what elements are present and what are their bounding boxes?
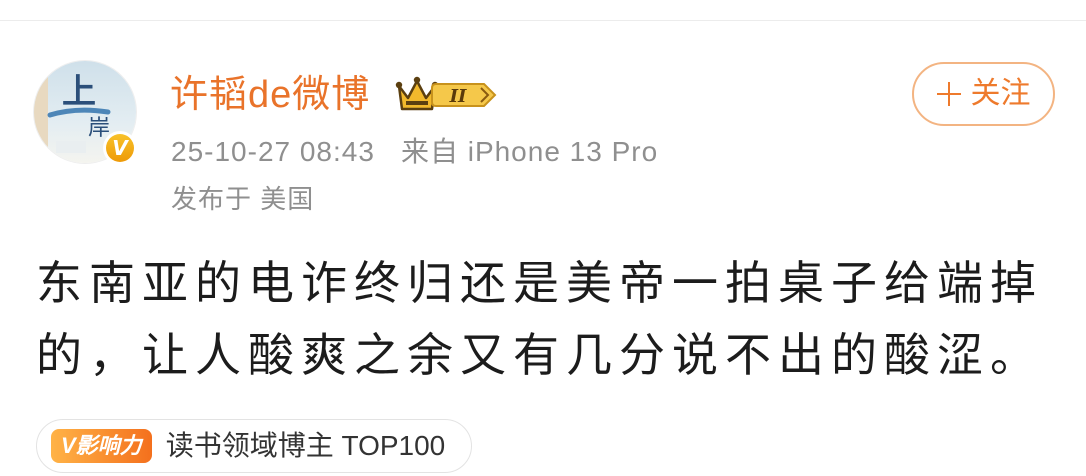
weibo-post-card: 上 岸 V 许韬de微博 II 关注 25-10-27 08:43 来自 iPh… [0, 0, 1086, 476]
post-text: 东南亚的电诈终归还是美帝一拍桌子给端掉的，让人酸爽之余又有几分说不出的酸涩。 [36, 257, 1043, 381]
verified-mark: V [112, 136, 129, 160]
member-level-tag: II [431, 83, 497, 107]
post-meta: 25-10-27 08:43 来自 iPhone 13 Pro [171, 134, 658, 170]
verified-v-icon: V [102, 130, 138, 166]
follow-button[interactable]: 关注 [912, 62, 1055, 126]
follow-label: 关注 [970, 77, 1031, 110]
avatar-text-top: 上 [62, 72, 96, 112]
influence-badge: V影响力 [51, 429, 152, 463]
username[interactable]: 许韬de微博 [170, 72, 370, 118]
plus-icon [936, 82, 961, 106]
member-level: II [449, 86, 467, 107]
member-crown-badge[interactable]: II [394, 72, 498, 116]
influence-tag-label: 读书领域博主 TOP100 [165, 430, 446, 461]
influence-tag[interactable]: V影响力 读书领域博主 TOP100 [36, 419, 472, 473]
post-location: 发布于 美国 [171, 184, 315, 214]
post-source: 来自 iPhone 13 Pro [400, 136, 659, 167]
post-timestamp[interactable]: 25-10-27 08:43 [171, 136, 375, 167]
top-divider [0, 20, 1086, 21]
